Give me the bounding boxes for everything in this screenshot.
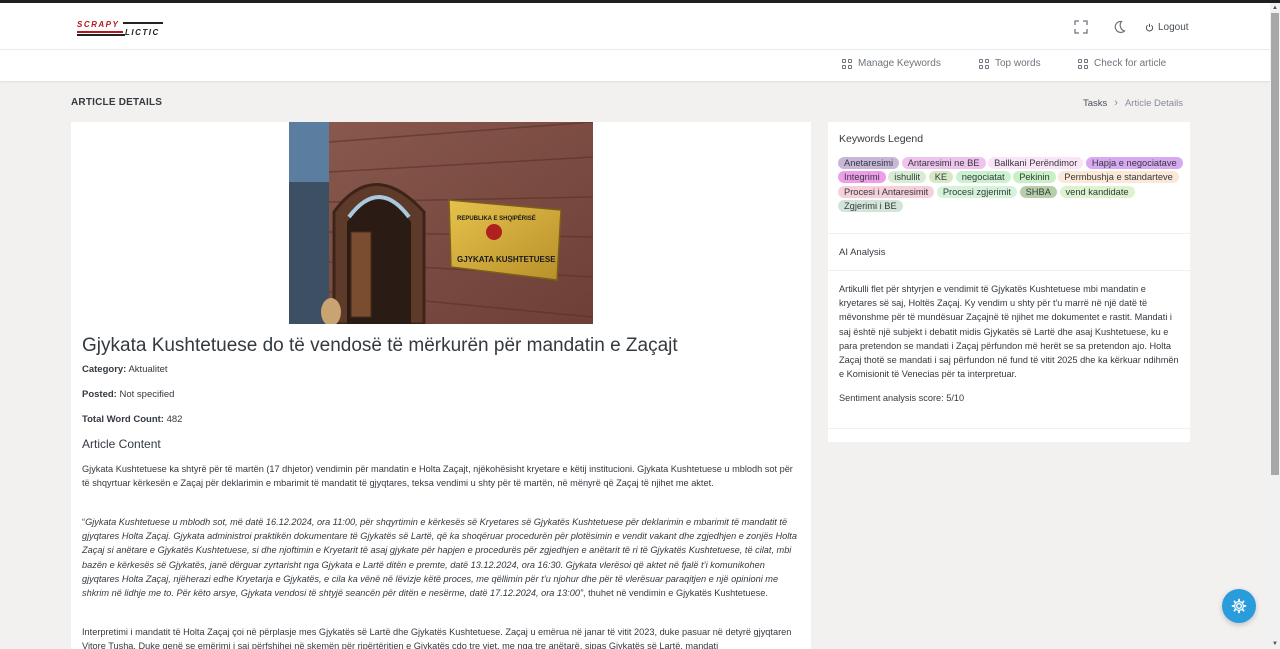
gear-icon (1231, 598, 1247, 614)
divider (828, 270, 1190, 271)
article-paragraph: Gjykata Kushtetuese ka shtyrë për të mar… (82, 464, 793, 489)
grid-icon (979, 58, 989, 69)
posted-label: Posted: (82, 389, 117, 400)
article-word-count: Total Word Count: 482 (82, 414, 182, 425)
keyword-chip: Permbushja e standarteve (1058, 171, 1179, 184)
navbar: Manage Keywords Top words Check for arti… (0, 50, 1270, 81)
keyword-chip: Pekinin (1013, 171, 1056, 184)
category-label: Category: (82, 364, 127, 375)
keyword-chip: vend kandidate (1059, 185, 1135, 198)
keywords-legend-title: Keywords Legend (839, 133, 924, 145)
article-title: Gjykata Kushtetuese do të vendosë të mër… (82, 335, 678, 356)
grid-icon (842, 58, 852, 69)
ai-analysis-text: Artikulli flet për shtyrjen e vendimit t… (839, 284, 1179, 380)
article-category: Category: Aktualitet (82, 364, 168, 375)
scroll-up-icon[interactable]: ▲ (1270, 3, 1280, 13)
brand-line2: LICTIC (125, 28, 160, 37)
keyword-chip: KE (928, 171, 954, 184)
logo-bar (77, 34, 125, 36)
page-title: ARTICLE DETAILS (71, 97, 163, 108)
article-quote: “Gjykata Kushtetuese u mblodh sot, më da… (82, 515, 802, 600)
topbar: SCRAPY LICTIC Logout (0, 3, 1270, 50)
article-card: REPUBLIKA E SHQIPËRISË GJYKATA KUSHTETUE… (71, 122, 811, 649)
logout-button[interactable]: Logout (1145, 20, 1189, 34)
logout-label: Logout (1158, 21, 1189, 33)
page-scrollbar[interactable]: ▲ ▼ (1270, 3, 1280, 649)
keyword-chip: Antaresimi ne BE (901, 157, 986, 169)
power-icon (1145, 23, 1154, 31)
keyword-chip: negociatat (955, 171, 1011, 184)
brand-line1: SCRAPY (77, 20, 120, 29)
ai-analysis-title: AI Analysis (839, 247, 886, 258)
nav-check-for-article[interactable]: Check for article (1078, 58, 1166, 69)
keyword-chip: Anetaresimi (838, 157, 900, 169)
nav-label: Manage Keywords (858, 58, 941, 69)
keyword-chip: ishullit (888, 171, 927, 184)
keywords-legend: Anetaresimi Antaresimi ne BE Ballkani Pe… (838, 156, 1183, 214)
divider (828, 428, 1190, 429)
logo-bar (123, 22, 163, 24)
breadcrumb-current: Article Details (1124, 97, 1184, 109)
word-count-label: Total Word Count: (82, 414, 164, 425)
keyword-chip: Integrimi (838, 171, 886, 184)
article-posted: Posted: Not specified (82, 389, 174, 400)
quote-text: Gjykata Kushtetuese u mblodh sot, më dat… (82, 517, 797, 599)
breadcrumb-tasks[interactable]: Tasks (1083, 98, 1107, 109)
keyword-chip: Procesi i Antaresimit (838, 185, 935, 198)
sentiment-score: Sentiment analysis score: 5/10 (839, 393, 965, 403)
keyword-chip: SHBA (1019, 185, 1057, 198)
sidebar-card: Keywords Legend Anetaresimi Antaresimi n… (828, 122, 1190, 442)
grid-icon (1078, 58, 1088, 69)
breadcrumb: Tasks › Article Details (1083, 97, 1183, 109)
dark-mode-moon-icon[interactable] (1111, 19, 1127, 35)
plaque-line1: REPUBLIKA E SHQIPËRISË (457, 215, 536, 222)
article-content-heading: Article Content (82, 437, 161, 451)
nav-manage-keywords[interactable]: Manage Keywords (842, 58, 941, 69)
chevron-right-icon: › (1114, 97, 1118, 109)
category-value: Aktualitet (128, 364, 168, 375)
posted-value: Not specified (119, 389, 175, 400)
scroll-down-icon[interactable]: ▼ (1270, 639, 1280, 649)
nav-top-words[interactable]: Top words (979, 58, 1041, 69)
divider (828, 233, 1190, 234)
quote-tail: , thuhet në vendimin e Gjykatës Kushtetu… (583, 588, 768, 599)
scrollbar-thumb[interactable] (1271, 13, 1279, 475)
keyword-chip: Hapja e negociatave (1085, 157, 1183, 169)
article-image: REPUBLIKA E SHQIPËRISË GJYKATA KUSHTETUE… (289, 122, 593, 324)
keyword-chip: Ballkani Perëndimor (988, 157, 1084, 169)
word-count-value: 482 (166, 414, 183, 425)
fullscreen-icon[interactable] (1073, 19, 1089, 35)
keyword-chip: Procesi zgjerimit (936, 185, 1018, 198)
nav-label: Top words (995, 58, 1041, 69)
brand-logo[interactable]: SCRAPY LICTIC (77, 20, 165, 38)
settings-fab-button[interactable] (1222, 589, 1256, 623)
plaque-line2: GJYKATA KUSHTETUESE (457, 255, 556, 264)
nav-label: Check for article (1094, 58, 1167, 69)
logo-bar (77, 31, 123, 33)
article-paragraph: Interpretimi i mandatit të Holta Zaçaj ç… (82, 627, 792, 649)
keyword-chip: Zgjerimi i BE (838, 200, 903, 213)
